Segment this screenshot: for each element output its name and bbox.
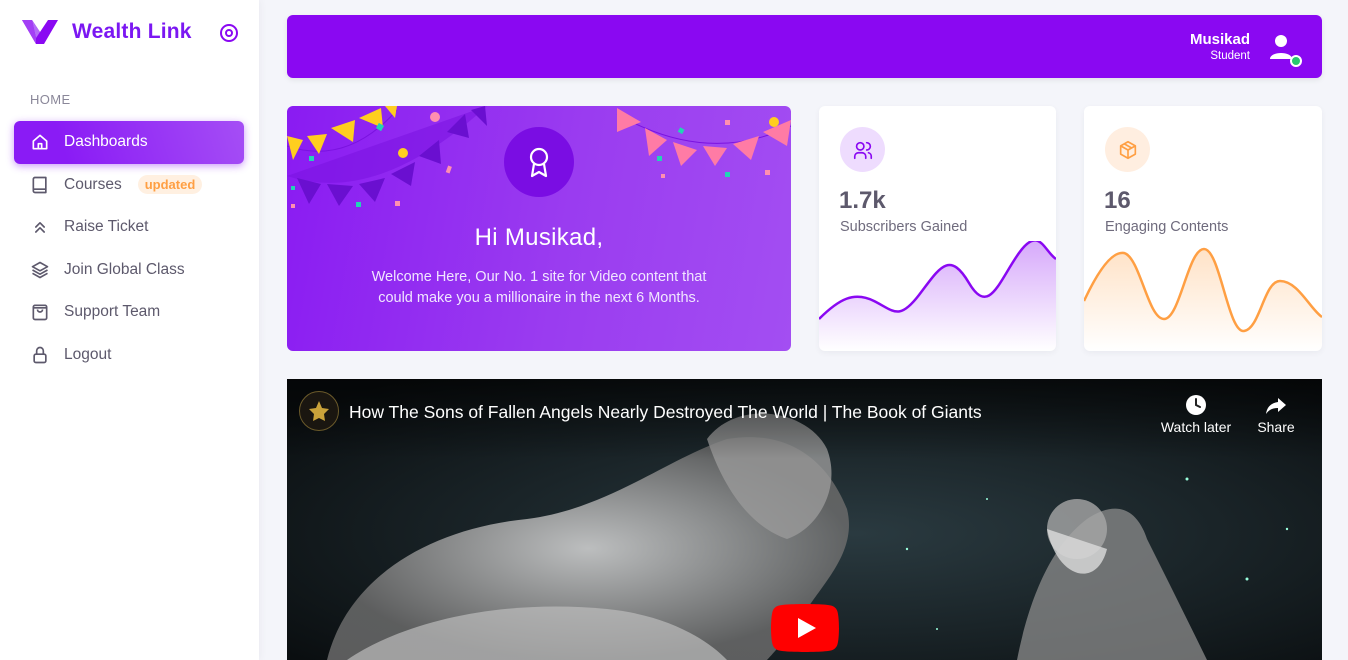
top-navbar: Musikad Student xyxy=(287,15,1322,78)
sidebar-item-label: Raise Ticket xyxy=(64,218,149,236)
target-circle-icon[interactable] xyxy=(219,23,239,43)
share-button[interactable]: Share xyxy=(1247,391,1305,435)
contents-value: 16 xyxy=(1104,187,1131,214)
channel-logo[interactable] xyxy=(299,391,339,431)
sidebar-item-label: Join Global Class xyxy=(64,260,185,278)
sidebar-menu: Dashboards Courses updated Raise Ticket … xyxy=(14,121,244,376)
sidebar-item-support-team[interactable]: Support Team xyxy=(14,291,244,334)
award-icon xyxy=(504,127,574,197)
share-arrow-icon xyxy=(1247,391,1305,419)
watch-later-label: Watch later xyxy=(1160,419,1232,435)
online-status-dot xyxy=(1290,55,1302,67)
sidebar-item-label: Dashboards xyxy=(64,133,148,151)
brand[interactable]: Wealth Link xyxy=(22,18,192,46)
sidebar-item-logout[interactable]: Logout xyxy=(14,334,244,377)
subscribers-label: Subscribers Gained xyxy=(840,219,968,235)
sidebar-item-label: Logout xyxy=(64,345,112,363)
subscribers-sparkline xyxy=(819,241,1056,351)
package-icon xyxy=(1105,127,1150,172)
contents-label: Engaging Contents xyxy=(1105,219,1229,235)
users-icon xyxy=(840,127,885,172)
clock-icon xyxy=(1153,391,1239,419)
user-role: Student xyxy=(1210,50,1250,62)
updated-badge: updated xyxy=(137,175,203,195)
video-title[interactable]: How The Sons of Fallen Angels Nearly Des… xyxy=(349,402,982,423)
layers-icon xyxy=(30,260,50,280)
sidebar-item-courses[interactable]: Courses updated xyxy=(14,164,244,207)
home-icon xyxy=(30,132,50,152)
watch-later-button[interactable]: Watch later xyxy=(1153,391,1239,435)
video-player[interactable]: How The Sons of Fallen Angels Nearly Des… xyxy=(287,379,1322,660)
lock-icon xyxy=(30,345,50,365)
welcome-card: Hi Musikad, Welcome Here, Our No. 1 site… xyxy=(287,106,791,351)
contents-sparkline xyxy=(1084,247,1322,351)
sidebar-item-dashboards[interactable]: Dashboards xyxy=(14,121,244,164)
welcome-title: Hi Musikad, xyxy=(474,224,604,251)
welcome-text: Welcome Here, Our No. 1 site for Video c… xyxy=(371,269,707,306)
sidebar-item-join-global-class[interactable]: Join Global Class xyxy=(14,249,244,292)
play-button-icon[interactable] xyxy=(771,604,839,652)
menu-header: HOME xyxy=(30,92,71,107)
sidebar: Wealth Link HOME Dashboards Courses upda… xyxy=(0,0,259,660)
user-name: Musikad xyxy=(1189,31,1250,48)
brand-logo xyxy=(22,20,58,44)
sidebar-item-label: Support Team xyxy=(64,303,161,321)
chevrons-up-icon xyxy=(30,217,50,237)
book-icon xyxy=(30,175,50,195)
share-label: Share xyxy=(1257,419,1295,435)
shopping-bag-icon xyxy=(30,302,50,322)
contents-card: 16 Engaging Contents xyxy=(1084,106,1322,351)
subscribers-value: 1.7k xyxy=(839,187,886,214)
user-info[interactable]: Musikad Student xyxy=(1190,31,1250,63)
sidebar-item-label: Courses xyxy=(64,175,122,193)
sidebar-item-raise-ticket[interactable]: Raise Ticket xyxy=(14,206,244,249)
subscribers-card: 1.7k Subscribers Gained xyxy=(819,106,1056,351)
brand-name: Wealth Link xyxy=(72,20,192,43)
